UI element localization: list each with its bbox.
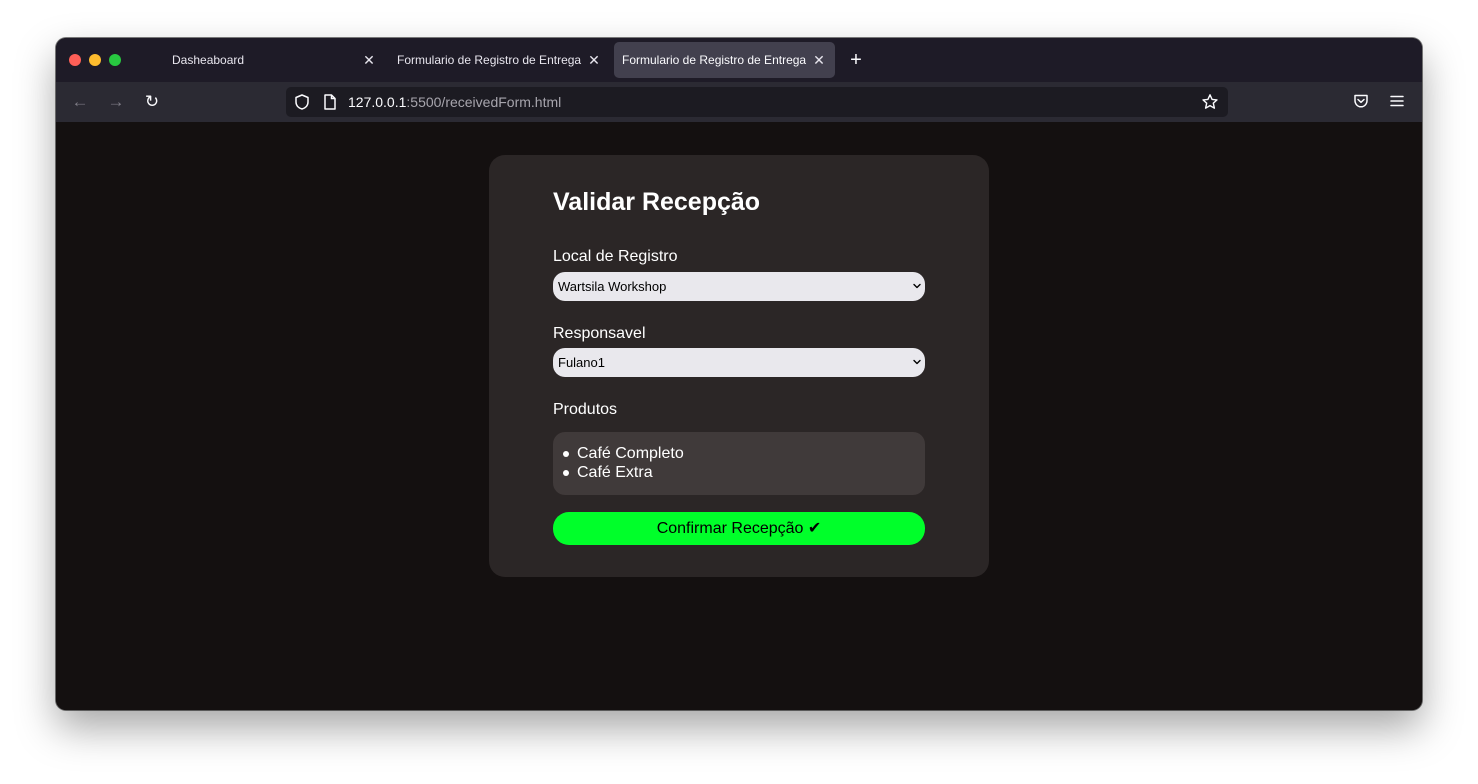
tab-formulario[interactable]: Formulario de Registro de Entrega ✕: [389, 42, 611, 78]
reception-form-card: Validar Recepção Local de Registro Warts…: [489, 155, 989, 577]
tab-close-icon[interactable]: ✕: [360, 51, 378, 69]
url-path: :5500/receivedForm.html: [406, 94, 562, 110]
list-item: Café Extra: [563, 464, 653, 481]
responsavel-value: Fulano1: [558, 355, 605, 370]
tab-dashboard[interactable]: Dasheaboard ✕: [160, 42, 380, 78]
zoom-window-button[interactable]: [109, 54, 121, 66]
tab-formulario-active[interactable]: Formulario de Registro de Entrega ✕: [614, 42, 835, 78]
tab-close-icon[interactable]: ✕: [810, 51, 828, 69]
forward-icon[interactable]: →: [106, 92, 126, 112]
pocket-icon[interactable]: [1352, 92, 1370, 110]
address-bar[interactable]: 127.0.0.1:5500/receivedForm.html: [286, 87, 1228, 117]
local-registro-label: Local de Registro: [553, 248, 678, 265]
confirm-reception-button[interactable]: Confirmar Recepção ✔: [553, 512, 925, 545]
new-tab-button[interactable]: +: [846, 50, 866, 70]
list-item: Café Completo: [563, 445, 684, 462]
tab-label: Formulario de Registro de Entrega: [622, 53, 807, 67]
responsavel-label: Responsavel: [553, 325, 646, 342]
url-host: 127.0.0.1: [348, 94, 407, 110]
page-content: Validar Recepção Local de Registro Warts…: [56, 122, 1422, 710]
responsavel-select[interactable]: Fulano1: [553, 348, 925, 377]
form-title: Validar Recepção: [553, 188, 761, 216]
minimize-window-button[interactable]: [89, 54, 101, 66]
local-registro-select[interactable]: Wartsila Workshop: [553, 272, 925, 301]
navigation-bar: ← → ↻ 127.0.0.1:5500/receivedForm.html: [56, 82, 1422, 122]
produtos-label: Produtos: [553, 401, 618, 418]
url-text[interactable]: 127.0.0.1:5500/receivedForm.html: [348, 87, 561, 117]
shield-icon[interactable]: [293, 93, 311, 111]
tab-close-icon[interactable]: ✕: [585, 51, 603, 69]
page-icon[interactable]: [322, 93, 338, 111]
local-registro-value: Wartsila Workshop: [558, 279, 667, 294]
tab-label: Dasheaboard: [172, 53, 245, 67]
chevron-down-icon: [913, 358, 921, 366]
browser-window: Dasheaboard ✕ Formulario de Registro de …: [56, 38, 1422, 710]
products-list: Café Completo Café Extra: [553, 432, 925, 495]
tab-strip: Dasheaboard ✕ Formulario de Registro de …: [56, 38, 1422, 82]
hamburger-menu-icon[interactable]: [1388, 92, 1406, 110]
back-icon[interactable]: ←: [70, 92, 90, 112]
tab-label: Formulario de Registro de Entrega: [397, 53, 582, 67]
chevron-down-icon: [913, 282, 921, 290]
bookmark-star-icon[interactable]: [1201, 93, 1219, 111]
close-window-button[interactable]: [69, 54, 81, 66]
reload-icon[interactable]: ↻: [142, 92, 162, 112]
